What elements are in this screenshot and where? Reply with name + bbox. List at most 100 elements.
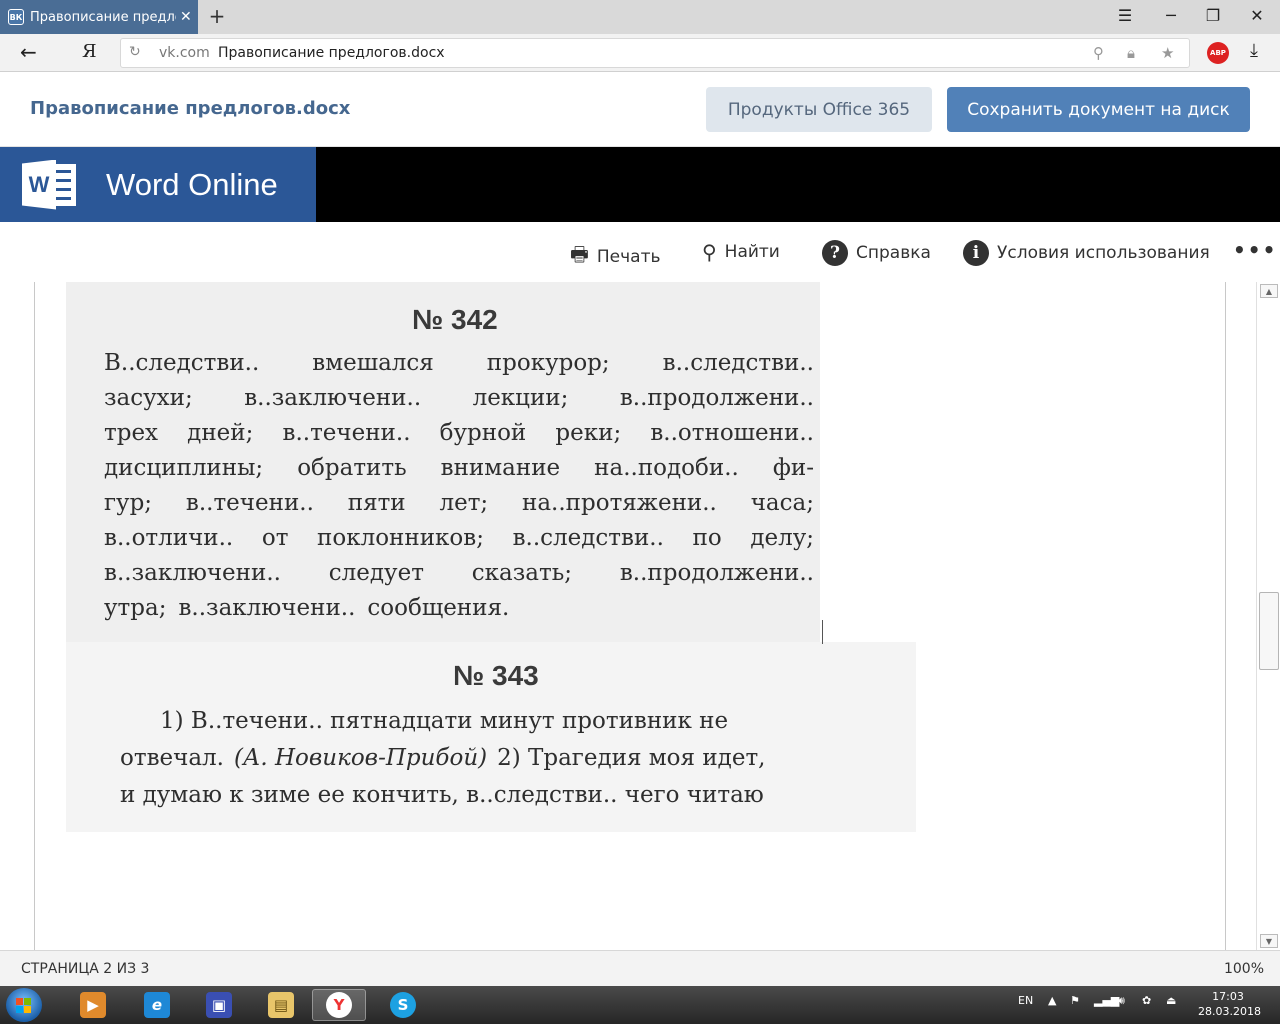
exercise-343-number: № 343	[453, 660, 539, 691]
floppy-save-icon[interactable]: ▣	[192, 989, 246, 1021]
zoom-level[interactable]: 100%	[1224, 961, 1264, 977]
ex342-word: фи-	[772, 455, 814, 481]
ex342-line: дисциплины; обратить внимание на..подоби.. ф…	[104, 455, 814, 490]
app-tray-icon[interactable]: ✿	[1142, 994, 1151, 1007]
ex342-word: от	[261, 525, 289, 551]
ex342-word: бурной	[439, 420, 527, 446]
viewer-toolbar: 🖶 Печать ⚲ Найти ? Справка i Условия исп…	[0, 222, 1280, 282]
lock-icon[interactable]: 🔒︎	[1127, 44, 1135, 62]
url-domain: vk.com	[159, 45, 210, 61]
star-bookmark-icon[interactable]: ★	[1161, 44, 1174, 62]
ex342-line: в..отличи.. от поклонников; в..следстви.. по…	[104, 525, 814, 560]
ex342-word: прокурор;	[486, 350, 610, 376]
save-to-disk-button[interactable]: Сохранить документ на диск	[947, 87, 1250, 132]
find-label: Найти	[724, 242, 780, 262]
ex343-line-2: отвечал. (А. Новиков-Прибой) 2) Трагедия…	[120, 745, 766, 771]
browser-tab-strip: ВК Правописание предлогов.docx ✕ + ☰ ─ ❐…	[0, 0, 1280, 34]
print-button[interactable]: 🖶 Печать	[570, 240, 661, 274]
menu-hamburger-icon[interactable]: ☰	[1114, 6, 1136, 25]
ex342-word: часа;	[750, 490, 814, 516]
reload-icon[interactable]: ↻	[129, 44, 141, 60]
start-button-icon[interactable]	[6, 988, 42, 1022]
page-edge-right	[1225, 282, 1226, 950]
back-arrow-icon[interactable]: ←	[20, 40, 37, 64]
document-canvas[interactable]: № 342 В..следстви.. вмешался прокурор; в..с…	[0, 282, 1280, 950]
network-signal-icon[interactable]: ▂▄▆	[1094, 994, 1119, 1007]
minimize-icon[interactable]: ─	[1160, 6, 1182, 25]
search-icon[interactable]: ⚲	[1093, 44, 1104, 62]
yandex-logo[interactable]: Я	[82, 41, 97, 62]
status-bar: СТРАНИЦА 2 ИЗ 3 100%	[0, 950, 1280, 986]
ex342-line: засухи; в..заключени.. лекции; в..продолжен…	[104, 385, 814, 420]
terms-label: Условия использования	[997, 243, 1210, 263]
text-cursor	[822, 620, 823, 644]
scroll-thumb[interactable]	[1259, 592, 1279, 670]
browser-tab[interactable]: ВК Правописание предлогов.docx ✕	[0, 0, 198, 34]
windows-taskbar: ▶ e ▣ ▤ Y S EN ▲ ⚑ ▂▄▆ 🔊︎ ✿ ⏏ 17:03 28.0…	[0, 986, 1280, 1024]
help-label: Справка	[856, 243, 931, 263]
exercise-342-text: В..следстви.. вмешался прокурор; в..следств…	[104, 350, 814, 630]
terms-button[interactable]: i Условия использования	[963, 240, 1210, 266]
ex342-word: трех	[104, 420, 159, 446]
office365-products-button[interactable]: Продукты Office 365	[706, 87, 932, 132]
ex342-word: в..продолжени..	[619, 385, 814, 411]
page-edge-left	[34, 282, 35, 950]
new-tab-button[interactable]: +	[206, 4, 228, 28]
printer-icon: 🖶	[570, 242, 589, 266]
ex342-word: в..течени..	[282, 420, 411, 446]
ex342-word: лет;	[439, 490, 489, 516]
ex342-line: утра; в..заключени.. сообщения.	[104, 595, 814, 630]
tab-close-icon[interactable]: ✕	[180, 9, 192, 25]
ex342-word: вмешался	[312, 350, 434, 376]
restore-icon[interactable]: ❐	[1202, 6, 1224, 25]
ex342-word: засухи;	[104, 385, 193, 411]
skype-icon[interactable]: S	[376, 989, 430, 1021]
url-page-title: Правописание предлогов.docx	[218, 45, 445, 61]
word-brand[interactable]: W Word Online	[0, 147, 316, 222]
ex342-line: гур; в..течени.. пяти лет; на..протяжени.. ча…	[104, 490, 814, 525]
tray-expand-icon[interactable]: ▲	[1048, 994, 1056, 1007]
exercise-342-number: № 342	[412, 304, 498, 335]
system-clock[interactable]: 17:03 28.03.2018	[1198, 989, 1261, 1019]
address-bar-row: ← Я ↻ vk.com Правописание предлогов.docx…	[0, 34, 1280, 72]
scroll-up-arrow-icon[interactable]: ▲	[1260, 284, 1278, 298]
ex342-word: в..следстви..	[662, 350, 814, 376]
ex343-line-3: и думаю к зиме ее кончить, в..следстви..…	[120, 782, 764, 808]
ex342-word: сказать;	[471, 560, 572, 586]
ex342-word: обратить	[297, 455, 407, 481]
ex342-word: по	[692, 525, 722, 551]
ex342-word: дней;	[187, 420, 254, 446]
ex342-word: в..заключени..	[244, 385, 422, 411]
more-options-icon[interactable]: •••	[1233, 238, 1277, 262]
volume-icon[interactable]: 🔊︎	[1118, 994, 1125, 1008]
page-indicator: СТРАНИЦА 2 ИЗ 3	[21, 961, 150, 977]
scroll-down-arrow-icon[interactable]: ▼	[1260, 934, 1278, 948]
language-indicator[interactable]: EN	[1018, 994, 1033, 1007]
help-question-icon: ?	[822, 240, 848, 266]
exercise-343-text: 1) В..течени.. пятнадцати минут противни…	[120, 708, 888, 819]
file-explorer-icon[interactable]: ▤	[254, 989, 308, 1021]
ex342-word: В..следстви..	[104, 350, 260, 376]
ex342-word: сообщения.	[367, 595, 510, 621]
vk-doc-header: Правописание предлогов.docx Продукты Off…	[0, 72, 1280, 147]
find-button[interactable]: ⚲ Найти	[702, 240, 780, 264]
word-online-bar: W Word Online	[0, 147, 1280, 222]
address-bar[interactable]: ↻ vk.com Правописание предлогов.docx ⚲ 🔒…	[120, 38, 1190, 68]
adblock-icon[interactable]: ABP	[1207, 42, 1229, 64]
close-window-icon[interactable]: ✕	[1246, 6, 1268, 25]
ex342-word: на..подоби..	[594, 455, 739, 481]
vertical-scrollbar[interactable]: ▲ ▼	[1256, 282, 1280, 950]
ex342-word: в..заключени..	[178, 595, 356, 621]
ex342-line: трех дней; в..течени.. бурной реки; в..отноше…	[104, 420, 814, 455]
ex342-line: в..заключени.. следует сказать; в..продолже…	[104, 560, 814, 595]
action-center-flag-icon[interactable]: ⚑	[1070, 994, 1080, 1007]
download-icon[interactable]: ⤓	[1250, 40, 1258, 61]
ex342-word: в..отличи..	[104, 525, 234, 551]
help-button[interactable]: ? Справка	[822, 240, 931, 266]
safely-remove-icon[interactable]: ⏏	[1166, 994, 1176, 1007]
ex342-word: на..протяжени..	[522, 490, 717, 516]
ex342-word: реки;	[555, 420, 622, 446]
internet-explorer-icon[interactable]: e	[130, 989, 184, 1021]
yandex-browser-taskbar-icon[interactable]: Y	[312, 989, 366, 1021]
media-player-icon[interactable]: ▶	[66, 989, 120, 1021]
